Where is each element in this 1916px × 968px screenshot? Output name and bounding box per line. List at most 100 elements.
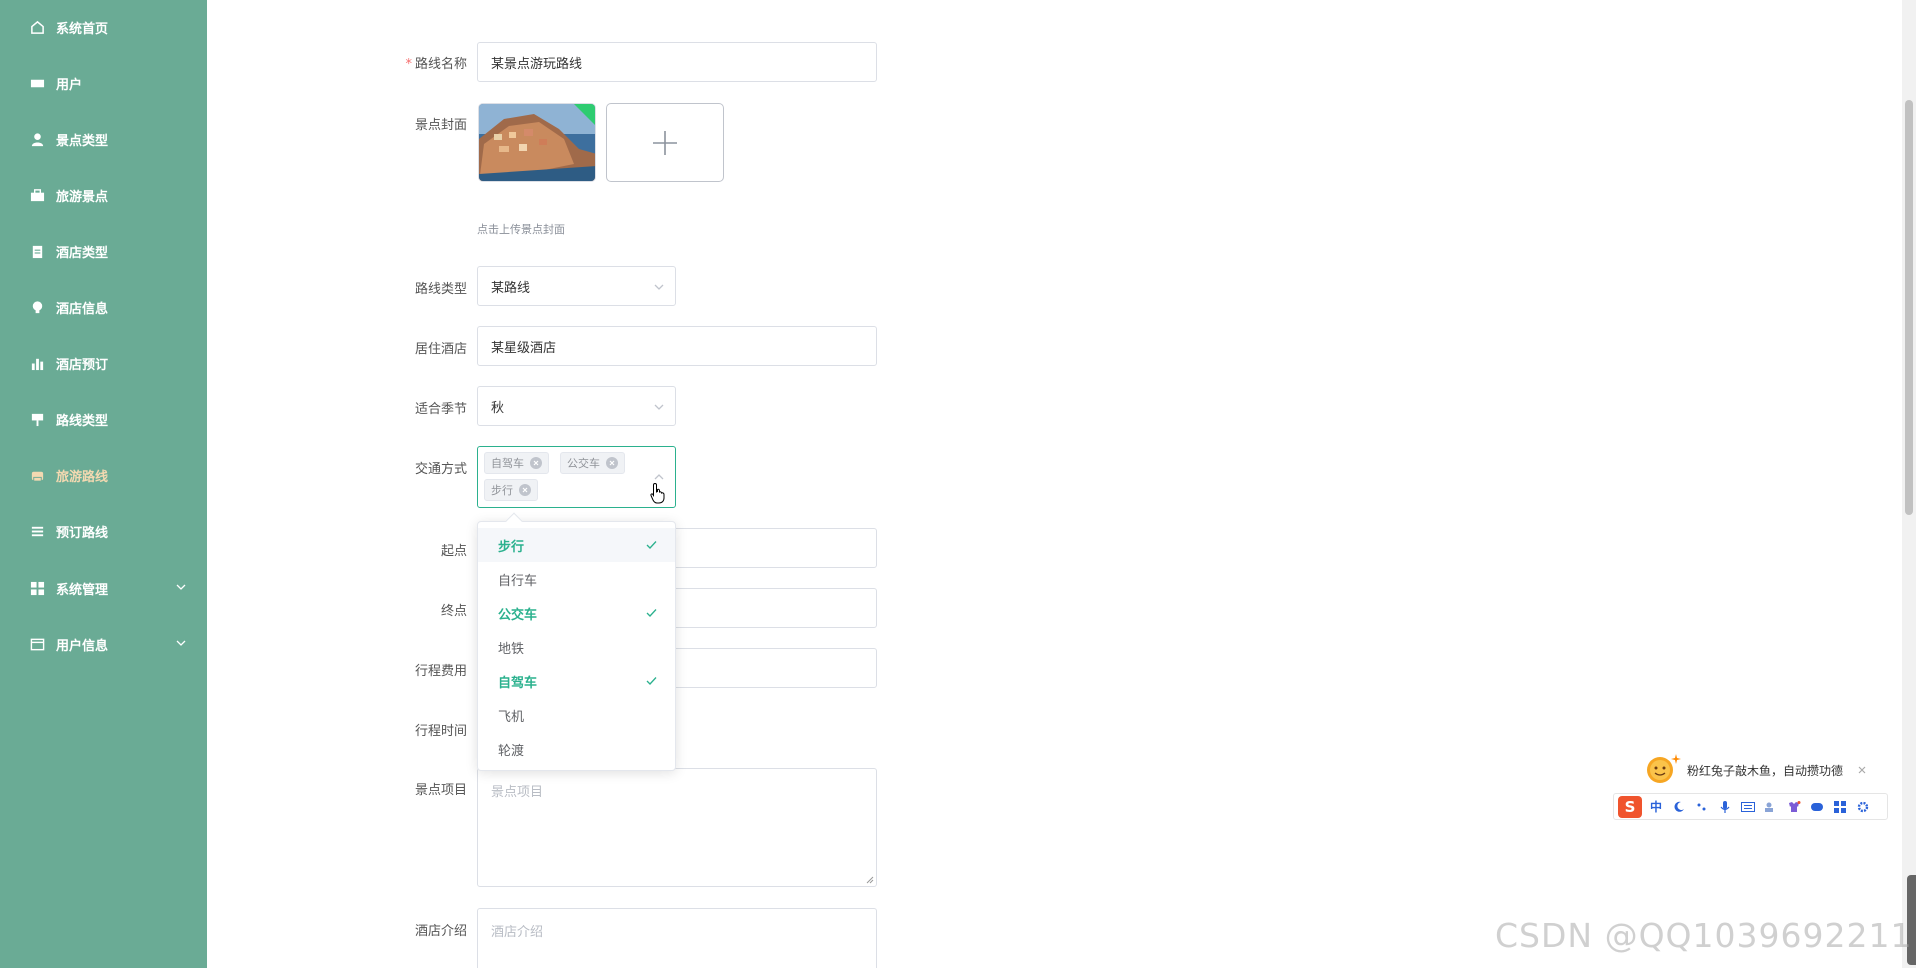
hotel-label: 居住酒店 — [414, 342, 467, 357]
sidebar-item-label: 系统首页 — [56, 21, 109, 37]
items-textarea[interactable]: 景点项目 — [477, 768, 877, 887]
dropdown-option[interactable]: 地铁 — [478, 630, 675, 664]
season-label: 适合季节 — [414, 402, 467, 417]
sun-mascot-icon — [1647, 754, 1681, 783]
tag-close-icon[interactable] — [606, 457, 618, 469]
sidebar-item-route-type[interactable]: 路线类型 — [0, 394, 207, 444]
sidebar-item-label: 用户信息 — [56, 638, 109, 654]
transport-label: 交通方式 — [414, 462, 467, 477]
hotel-intro-label: 酒店介绍 — [414, 924, 467, 939]
cover-thumbnail[interactable] — [478, 103, 596, 182]
route-name-input[interactable]: 某景点游玩路线 — [477, 42, 877, 82]
keyboard-icon[interactable] — [1739, 798, 1757, 816]
sidebar-item-scenic-type[interactable]: 景点类型 — [0, 114, 207, 164]
sidebar-item-hotel-type[interactable]: 酒店类型 — [0, 226, 207, 276]
sidebar: 系统首页 用户 景点类型 旅游景点 酒店类型 酒店信息 酒店预订 路线类型 旅游… — [0, 0, 207, 968]
cost-label: 行程费用 — [414, 664, 467, 679]
sidebar-item-travel-route[interactable]: 旅游路线 — [0, 450, 207, 500]
card-icon — [28, 636, 46, 652]
ime-mode[interactable]: 中 — [1647, 798, 1665, 816]
home-icon — [28, 19, 46, 35]
resize-handle-icon[interactable] — [865, 875, 874, 884]
sidebar-item-label: 旅游景点 — [56, 189, 109, 205]
transport-tag: 公交车 — [560, 452, 625, 474]
start-label: 起点 — [440, 544, 467, 559]
sidebar-item-scenic-spot[interactable]: 旅游景点 — [0, 170, 207, 220]
moon-icon[interactable] — [1670, 798, 1688, 816]
clipboard-icon — [28, 243, 46, 259]
season-select[interactable]: 秋 — [477, 386, 676, 426]
chevron-down-icon — [654, 284, 664, 290]
check-icon — [646, 677, 657, 685]
close-icon[interactable] — [1857, 765, 1867, 775]
ime-message: 粉红兔子敲木鱼，自动攒功德 — [1687, 763, 1844, 778]
dropdown-option[interactable]: 自驾车 — [478, 664, 675, 698]
apps-icon[interactable] — [1831, 798, 1849, 816]
settings-icon[interactable] — [1854, 798, 1872, 816]
dropdown-option[interactable]: 自行车 — [478, 562, 675, 596]
sidebar-item-hotel-info[interactable]: 酒店信息 — [0, 282, 207, 332]
sidebar-item-label: 酒店预订 — [56, 357, 109, 373]
cover-image — [479, 104, 595, 181]
sidebar-item-system-admin[interactable]: 系统管理 — [0, 563, 207, 613]
hotel-input[interactable]: 某星级酒店 — [477, 326, 877, 366]
tag-close-icon[interactable] — [519, 484, 531, 496]
microphone-icon[interactable] — [1716, 798, 1734, 816]
ticket-icon — [28, 75, 46, 91]
duration-label: 行程时间 — [414, 724, 467, 739]
sidebar-item-label: 预订路线 — [56, 525, 109, 541]
sign-icon — [28, 411, 46, 427]
page-scrollbar[interactable] — [1902, 0, 1916, 968]
plus-icon — [653, 130, 677, 155]
sidebar-item-label: 系统管理 — [56, 582, 109, 598]
dropdown-option[interactable]: 步行 — [478, 528, 675, 562]
dropdown-option[interactable]: 飞机 — [478, 698, 675, 732]
required-mark: * — [405, 57, 412, 72]
ime-notification: 粉红兔子敲木鱼，自动攒功德 — [1643, 753, 1883, 787]
check-icon — [646, 609, 657, 617]
hotel-intro-textarea[interactable]: 酒店介绍 — [477, 908, 877, 968]
sidebar-item-label: 酒店类型 — [56, 245, 109, 261]
person-icon — [28, 131, 46, 147]
dropdown-option[interactable]: 公交车 — [478, 596, 675, 630]
transport-dropdown: 步行 自行车 公交车 地铁 自驾车 飞机 轮渡 — [477, 512, 676, 771]
sogou-logo-icon[interactable]: S — [1618, 795, 1642, 818]
items-label: 景点项目 — [414, 783, 467, 798]
route-type-label: 路线类型 — [414, 282, 467, 297]
list-icon — [28, 523, 46, 539]
sidebar-item-label: 旅游路线 — [56, 469, 109, 485]
sidebar-item-booked-route[interactable]: 预订路线 — [0, 506, 207, 556]
sidebar-item-user-info[interactable]: 用户信息 — [0, 619, 207, 669]
route-name-label: * 路线名称 — [405, 57, 467, 72]
chevron-down-icon — [176, 640, 186, 646]
sidebar-item-label: 景点类型 — [56, 133, 109, 149]
briefcase-icon — [28, 187, 46, 203]
transport-tag: 步行 — [484, 479, 538, 501]
hand-cursor-icon — [650, 482, 665, 504]
punctuation-icon[interactable] — [1693, 798, 1711, 816]
sidebar-item-hotel-booking[interactable]: 酒店预订 — [0, 338, 207, 388]
sidebar-item-label: 酒店信息 — [56, 301, 109, 317]
scrollbar-thumb[interactable] — [1905, 100, 1913, 515]
chevron-down-icon — [176, 584, 186, 590]
cover-label: 景点封面 — [414, 118, 467, 133]
sidebar-item-label: 用户 — [56, 77, 83, 93]
cover-hint: 点击上传景点封面 — [477, 223, 565, 236]
sidebar-item-home[interactable]: 系统首页 — [0, 2, 207, 52]
gamepad-icon[interactable] — [1808, 798, 1826, 816]
chevron-down-icon — [654, 404, 664, 410]
tag-close-icon[interactable] — [530, 457, 542, 469]
grid-icon — [28, 580, 46, 596]
skin-icon[interactable] — [1785, 798, 1803, 816]
bulb-icon — [28, 299, 46, 315]
user-card-icon[interactable] — [1762, 798, 1780, 816]
route-type-select[interactable]: 某路线 — [477, 266, 676, 306]
printer-icon — [28, 467, 46, 483]
sidebar-item-label: 路线类型 — [56, 413, 109, 429]
cover-upload-button[interactable] — [606, 103, 724, 182]
dropdown-caret — [505, 512, 523, 530]
sidebar-item-users[interactable]: 用户 — [0, 58, 207, 108]
check-icon — [646, 541, 657, 549]
end-label: 终点 — [440, 604, 467, 619]
dropdown-option[interactable]: 轮渡 — [478, 732, 675, 766]
